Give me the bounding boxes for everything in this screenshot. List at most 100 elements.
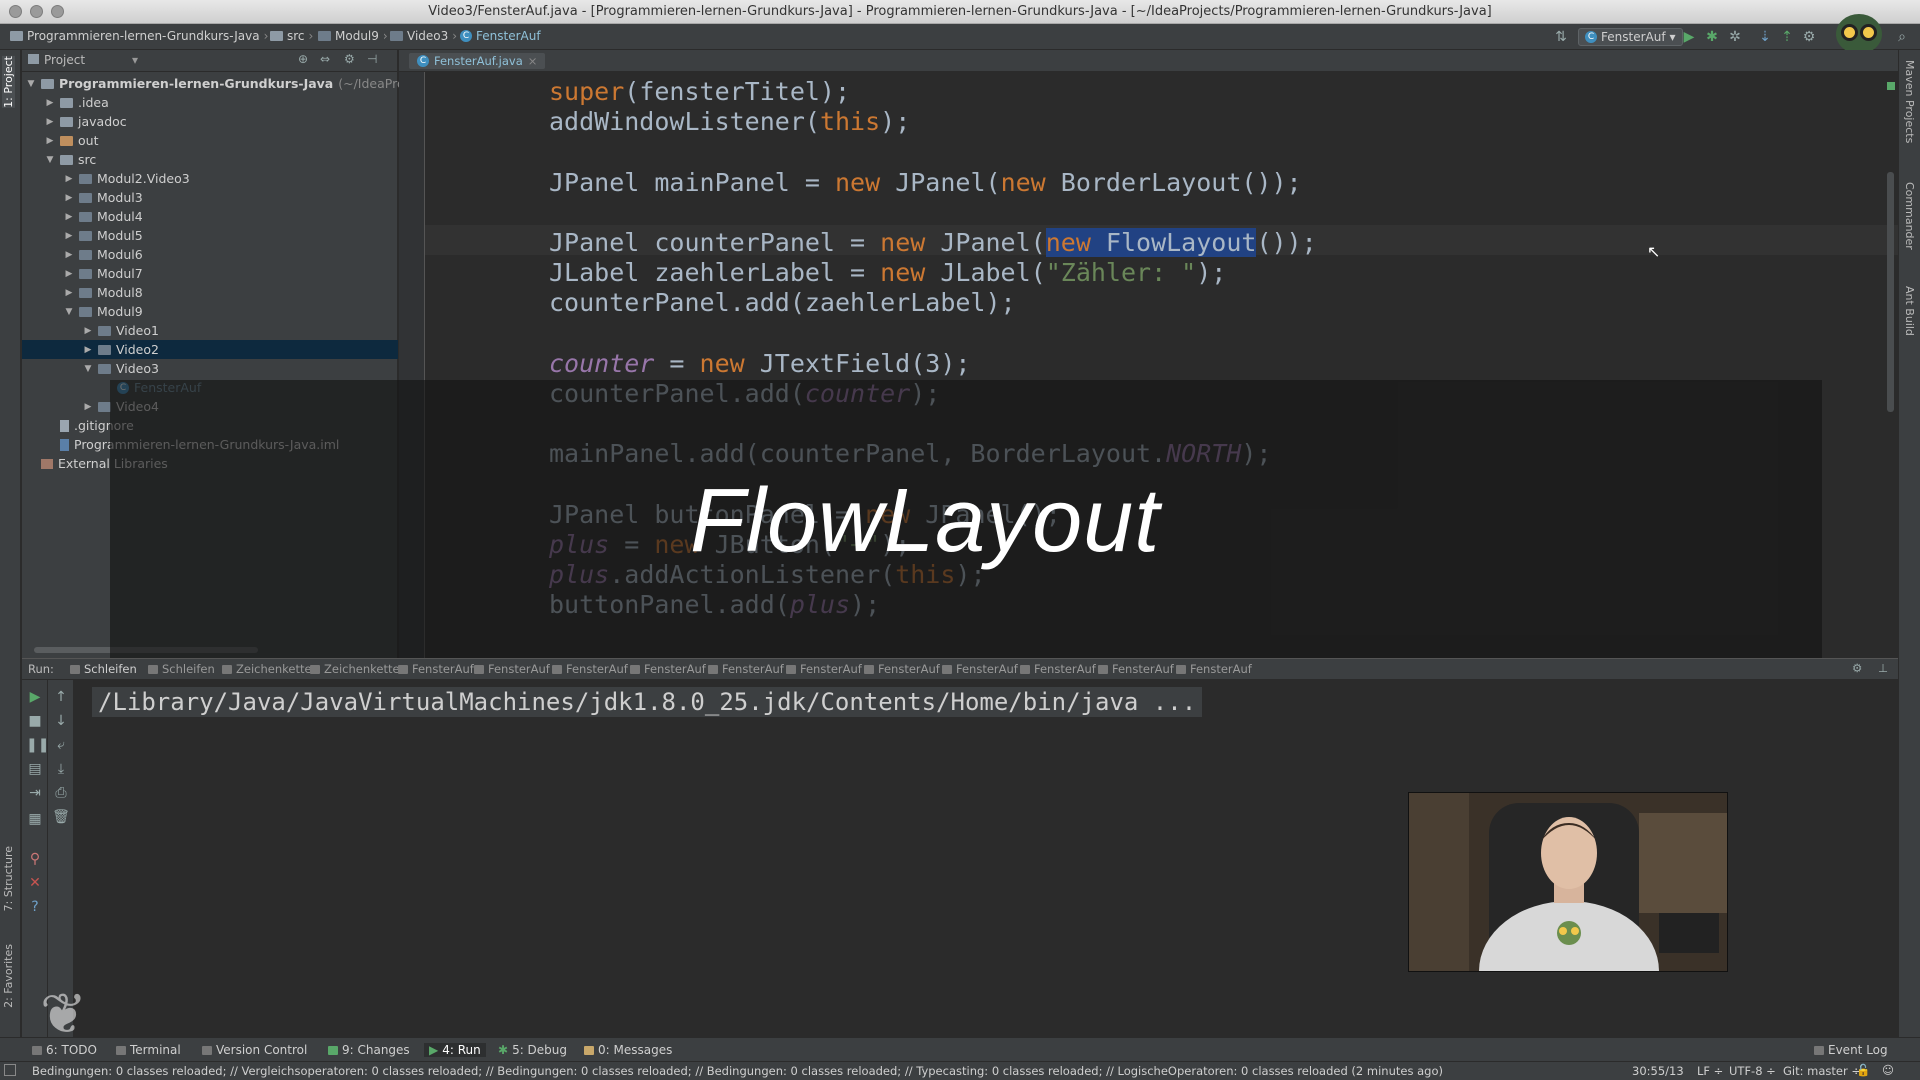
pin-icon[interactable]: ⚲ (26, 850, 44, 868)
expanded-arrow-icon[interactable]: ▼ (83, 364, 93, 374)
layout-icon[interactable]: ▦ (26, 810, 44, 828)
collapsed-arrow-icon[interactable]: ▶ (64, 174, 74, 184)
tree-item-video3[interactable]: ▼ Video3 (83, 359, 159, 378)
expanded-arrow-icon[interactable]: ▼ (45, 155, 55, 165)
tab-terminal[interactable]: Terminal (116, 1043, 181, 1057)
close-icon[interactable]: × (528, 54, 538, 68)
lock-icon[interactable]: 🔓 (1856, 1063, 1870, 1077)
search-icon[interactable]: ⌕ (1893, 28, 1911, 46)
tree-item-modul2-video3[interactable]: ▶ Modul2.Video3 (64, 169, 190, 188)
editor-tab-fensterauf[interactable]: C FensterAuf.java × (409, 53, 546, 69)
inspector-icon[interactable]: ☺ (1882, 1063, 1894, 1077)
collapsed-arrow-icon[interactable]: ▶ (45, 98, 55, 108)
tree-item-javadoc[interactable]: ▶ javadoc (45, 112, 127, 131)
breadcrumb-fensterauf[interactable]: C FensterAuf (460, 29, 541, 43)
run-tab-schleifen[interactable]: Schleifen (148, 662, 215, 676)
run-tab-zeichenketten[interactable]: Zeichenketten (310, 662, 407, 676)
tree-item-src[interactable]: ▼ src (45, 150, 97, 169)
run-tab-schleifen[interactable]: Schleifen (70, 662, 137, 676)
rerun-icon[interactable]: ▶ (26, 688, 44, 706)
vcs-update-icon[interactable]: ⇣ (1756, 28, 1774, 46)
print-icon[interactable]: ⎙ (52, 784, 70, 802)
file-encoding[interactable]: UTF-8 ÷ (1729, 1064, 1776, 1078)
caret-position[interactable]: 30:55/13 (1632, 1064, 1684, 1078)
tree-item-modul8[interactable]: ▶ Modul8 (64, 283, 143, 302)
run-tab-fensterauf[interactable]: FensterAuf (630, 662, 706, 676)
exit-icon[interactable]: ⇥ (26, 784, 44, 802)
coverage-icon[interactable]: ✲ (1726, 28, 1744, 46)
run-tab-fensterauf[interactable]: FensterAuf (474, 662, 550, 676)
toggle-tool-windows-icon[interactable] (4, 1064, 16, 1076)
arrow-down-icon[interactable]: ↓ (52, 712, 70, 730)
run-tab-fensterauf[interactable]: FensterAuf (786, 662, 862, 676)
run-tab-fensterauf[interactable]: FensterAuf (942, 662, 1018, 676)
tab-messages[interactable]: 0: Messages (584, 1043, 672, 1057)
soft-wrap-icon[interactable]: ⤶ (52, 736, 70, 754)
run-tab-fensterauf[interactable]: FensterAuf (1020, 662, 1096, 676)
gear-icon[interactable]: ⚙ (1852, 661, 1862, 675)
hide-panel-icon[interactable]: ⊣ (367, 52, 377, 66)
collapsed-arrow-icon[interactable]: ▶ (45, 117, 55, 127)
run-tab-fensterauf[interactable]: FensterAuf (1098, 662, 1174, 676)
run-tab-zeichenketten[interactable]: Zeichenketten (222, 662, 319, 676)
run-tab-fensterauf[interactable]: FensterAuf (864, 662, 940, 676)
collapsed-arrow-icon[interactable]: ▶ (64, 231, 74, 241)
vcs-commit-icon[interactable]: ⇡ (1778, 28, 1796, 46)
collapsed-arrow-icon[interactable]: ▶ (64, 193, 74, 203)
tree-item-video2[interactable]: ▶ Video2 (83, 340, 159, 359)
breadcrumb-src[interactable]: src › (270, 29, 313, 43)
console-output-line[interactable]: /Library/Java/JavaVirtualMachines/jdk1.8… (92, 687, 1203, 717)
collapse-all-icon[interactable]: ⇔ (320, 52, 330, 66)
dump-threads-icon[interactable]: ▤ (26, 760, 44, 778)
run-tab-fensterauf[interactable]: FensterAuf (552, 662, 628, 676)
tab-favorites[interactable]: 2: Favorites (2, 944, 15, 1008)
breadcrumb-project[interactable]: Programmieren-lernen-Grundkurs-Java › (10, 29, 268, 43)
trash-icon[interactable]: 🗑 (52, 808, 70, 826)
tab-todo[interactable]: 6: TODO (32, 1043, 97, 1057)
collapsed-arrow-icon[interactable]: ▶ (64, 288, 74, 298)
tab-maven-projects[interactable]: Maven Projects (1903, 60, 1916, 143)
close-icon[interactable]: ✕ (26, 874, 44, 892)
tree-item-video1[interactable]: ▶ Video1 (83, 321, 159, 340)
chevron-down-icon[interactable]: ▾ (132, 53, 138, 67)
tab-ant-build[interactable]: Ant Build (1903, 286, 1916, 336)
collapsed-arrow-icon[interactable]: ▶ (45, 136, 55, 146)
breadcrumb-video3[interactable]: Video3 › (390, 29, 457, 43)
tree-item-modul4[interactable]: ▶ Modul4 (64, 207, 143, 226)
collapsed-arrow-icon[interactable]: ▶ (83, 345, 93, 355)
tree-item-modul6[interactable]: ▶ Modul6 (64, 245, 143, 264)
run-configuration-select[interactable]: C FensterAuf ▾ (1578, 28, 1683, 46)
line-separator[interactable]: LF ÷ (1697, 1064, 1723, 1078)
hide-panel-icon[interactable]: ⊥ (1878, 661, 1888, 675)
run-icon[interactable]: ▶ (1680, 28, 1698, 46)
expanded-arrow-icon[interactable]: ▼ (26, 79, 36, 89)
gear-icon[interactable]: ⚙ (344, 52, 355, 66)
tab-debug[interactable]: ✱ 5: Debug (498, 1043, 567, 1057)
expanded-arrow-icon[interactable]: ▼ (64, 307, 74, 317)
arrow-up-icon[interactable]: ↑ (52, 688, 70, 706)
tree-item-modul3[interactable]: ▶ Modul3 (64, 188, 143, 207)
collapsed-arrow-icon[interactable]: ▶ (83, 402, 93, 412)
tree-item-out[interactable]: ▶ out (45, 131, 99, 150)
sync-icon[interactable]: ⇅ (1552, 28, 1570, 46)
tab-changes[interactable]: 9: Changes (328, 1043, 410, 1057)
tab-structure[interactable]: 7: Structure (2, 846, 15, 911)
tree-item-modul9[interactable]: ▼ Modul9 (64, 302, 143, 321)
tab-version-control[interactable]: Version Control (202, 1043, 307, 1057)
tree-item-idea[interactable]: ▶ .idea (45, 93, 109, 112)
vertical-scrollbar[interactable] (1887, 172, 1894, 412)
tab-run[interactable]: ▶ 4: Run (424, 1043, 486, 1057)
help-icon[interactable]: ? (26, 898, 44, 916)
scroll-from-source-icon[interactable]: ⊕ (298, 52, 308, 66)
tab-project[interactable]: 1: Project (2, 56, 15, 108)
collapsed-arrow-icon[interactable]: ▶ (64, 269, 74, 279)
run-tab-fensterauf[interactable]: FensterAuf (398, 662, 474, 676)
tab-event-log[interactable]: Event Log (1814, 1043, 1888, 1057)
debug-icon[interactable]: ✱ (1703, 28, 1721, 46)
tree-item-modul5[interactable]: ▶ Modul5 (64, 226, 143, 245)
collapsed-arrow-icon[interactable]: ▶ (83, 326, 93, 336)
tab-commander[interactable]: Commander (1903, 182, 1916, 250)
tree-item-modul7[interactable]: ▶ Modul7 (64, 264, 143, 283)
run-tab-fensterauf[interactable]: FensterAuf (1176, 662, 1252, 676)
pause-icon[interactable]: ❚❚ (26, 736, 49, 754)
